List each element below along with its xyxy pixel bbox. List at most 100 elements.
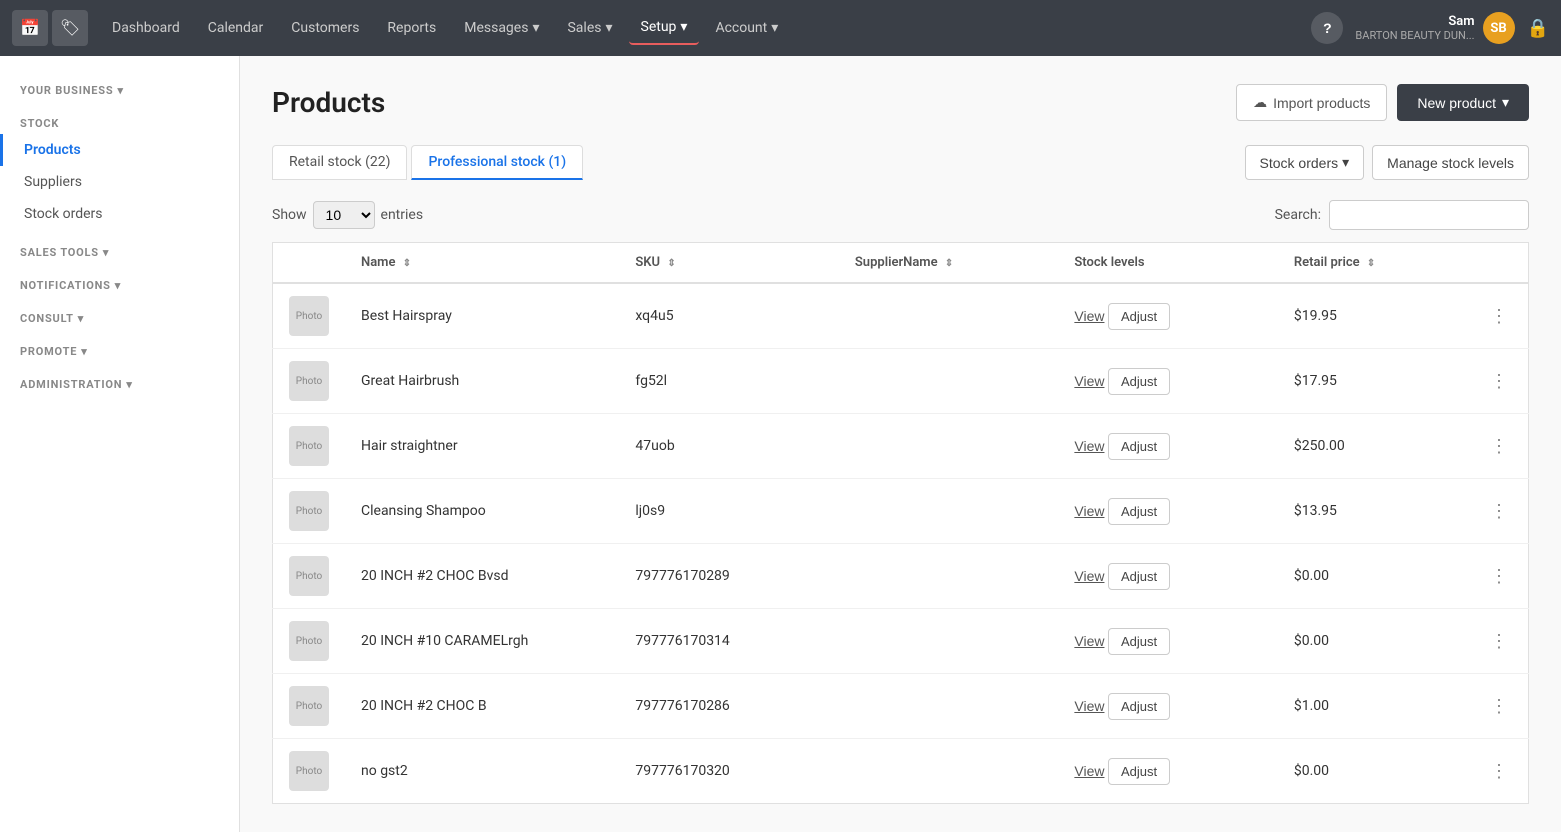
user-info: Sam BARTON BEAUTY DUN... SB [1355, 12, 1514, 44]
sort-icon: ⇕ [667, 258, 675, 269]
table-row: Photo Great Hairbrush fg52l View Adjust … [273, 349, 1529, 414]
help-button[interactable]: ? [1311, 12, 1343, 44]
cell-photo: Photo [273, 414, 346, 479]
header-actions: ☁ Import products New product ▾ [1236, 84, 1529, 121]
main-content: Products ☁ Import products New product ▾… [240, 56, 1561, 832]
lock-icon[interactable]: 🔒 [1527, 18, 1549, 39]
cell-name: Cleansing Shampoo [345, 479, 619, 544]
th-price[interactable]: Retail price ⇕ [1278, 243, 1470, 284]
adjust-stock-button[interactable]: Adjust [1108, 758, 1170, 785]
chevron-down-icon: ▾ [1342, 154, 1349, 171]
cell-photo: Photo [273, 349, 346, 414]
view-stock-button[interactable]: View [1074, 308, 1104, 324]
more-options-button[interactable]: ⋮ [1486, 432, 1512, 461]
photo-placeholder: Photo [289, 751, 329, 791]
adjust-stock-button[interactable]: Adjust [1108, 433, 1170, 460]
new-product-button[interactable]: New product ▾ [1397, 84, 1529, 121]
cell-name: Best Hairspray [345, 283, 619, 349]
more-options-button[interactable]: ⋮ [1486, 757, 1512, 786]
cell-price: $250.00 [1278, 414, 1470, 479]
nav-reports[interactable]: Reports [375, 12, 448, 44]
sidebar-item-stock-orders[interactable]: Stock orders [0, 198, 239, 230]
nav-sales[interactable]: Sales ▾ [555, 12, 624, 44]
sidebar-section-notifications: NOTIFICATIONS ▾ [0, 271, 239, 296]
cell-price: $0.00 [1278, 544, 1470, 609]
view-stock-button[interactable]: View [1074, 503, 1104, 519]
nav-customers[interactable]: Customers [279, 12, 371, 44]
cell-sku: fg52l [619, 349, 839, 414]
nav-setup[interactable]: Setup ▾ [629, 11, 700, 45]
view-stock-button[interactable]: View [1074, 373, 1104, 389]
cell-sku: 797776170320 [619, 739, 839, 804]
more-options-button[interactable]: ⋮ [1486, 562, 1512, 591]
nav-account-label: Account [715, 20, 767, 36]
adjust-stock-button[interactable]: Adjust [1108, 368, 1170, 395]
th-stock: Stock levels [1058, 243, 1278, 284]
upload-icon: ☁ [1253, 94, 1267, 111]
table-row: Photo Hair straightner 47uob View Adjust… [273, 414, 1529, 479]
photo-placeholder: Photo [289, 361, 329, 401]
cell-photo: Photo [273, 674, 346, 739]
sidebar-item-suppliers[interactable]: Suppliers [0, 166, 239, 198]
price-value: $19.95 [1294, 308, 1337, 324]
cell-stock: View Adjust [1058, 609, 1278, 674]
price-value: $0.00 [1294, 763, 1329, 779]
nav-messages[interactable]: Messages ▾ [452, 12, 551, 44]
products-table: Name ⇕ SKU ⇕ SupplierName ⇕ Stock levels [272, 242, 1529, 804]
th-sku[interactable]: SKU ⇕ [619, 243, 839, 284]
cell-supplier [839, 414, 1059, 479]
table-controls: Show 10 25 50 100 entries Search: [272, 200, 1529, 230]
manage-stock-button[interactable]: Manage stock levels [1372, 145, 1529, 180]
more-options-button[interactable]: ⋮ [1486, 302, 1512, 331]
entries-select[interactable]: 10 25 50 100 [313, 201, 375, 229]
th-name-label: Name [361, 255, 395, 270]
calendar-icon-btn[interactable]: 📅 [12, 10, 48, 46]
cell-price: $0.00 [1278, 739, 1470, 804]
view-stock-button[interactable]: View [1074, 568, 1104, 584]
price-value: $1.00 [1294, 698, 1329, 714]
view-stock-button[interactable]: View [1074, 633, 1104, 649]
tab-retail[interactable]: Retail stock (22) [272, 145, 407, 180]
cell-photo: Photo [273, 479, 346, 544]
view-stock-button[interactable]: View [1074, 763, 1104, 779]
cell-name: Hair straightner [345, 414, 619, 479]
nav-sales-label: Sales [567, 20, 601, 36]
cell-actions: ⋮ [1470, 544, 1529, 609]
table-row: Photo 20 INCH #10 CARAMELrgh 79777617031… [273, 609, 1529, 674]
sidebar-section-sales-tools: SALES TOOLS ▾ [0, 238, 239, 263]
view-stock-button[interactable]: View [1074, 698, 1104, 714]
cell-stock: View Adjust [1058, 283, 1278, 349]
th-name[interactable]: Name ⇕ [345, 243, 619, 284]
import-products-button[interactable]: ☁ Import products [1236, 84, 1387, 121]
cell-stock: View Adjust [1058, 414, 1278, 479]
view-stock-button[interactable]: View [1074, 438, 1104, 454]
avatar[interactable]: SB [1483, 12, 1515, 44]
adjust-stock-button[interactable]: Adjust [1108, 303, 1170, 330]
cell-stock: View Adjust [1058, 349, 1278, 414]
chevron-down-icon: ▾ [771, 20, 778, 36]
cell-supplier [839, 544, 1059, 609]
more-options-button[interactable]: ⋮ [1486, 367, 1512, 396]
adjust-stock-button[interactable]: Adjust [1108, 628, 1170, 655]
chevron-down-icon: ▾ [81, 345, 87, 358]
cell-name: 20 INCH #2 CHOC B [345, 674, 619, 739]
adjust-stock-button[interactable]: Adjust [1108, 498, 1170, 525]
sidebar-item-products[interactable]: Products [0, 134, 239, 166]
th-supplier[interactable]: SupplierName ⇕ [839, 243, 1059, 284]
tab-professional[interactable]: Professional stock (1) [411, 145, 583, 180]
search-input[interactable] [1329, 200, 1529, 230]
more-options-button[interactable]: ⋮ [1486, 497, 1512, 526]
more-options-button[interactable]: ⋮ [1486, 692, 1512, 721]
nav-dashboard[interactable]: Dashboard [100, 12, 192, 44]
nav-calendar[interactable]: Calendar [196, 12, 276, 44]
cell-name: 20 INCH #2 CHOC Bvsd [345, 544, 619, 609]
more-options-button[interactable]: ⋮ [1486, 627, 1512, 656]
adjust-stock-button[interactable]: Adjust [1108, 563, 1170, 590]
cell-actions: ⋮ [1470, 674, 1529, 739]
nav-account[interactable]: Account ▾ [703, 12, 790, 44]
stock-orders-button[interactable]: Stock orders ▾ [1245, 145, 1365, 180]
table-row: Photo no gst2 797776170320 View Adjust $… [273, 739, 1529, 804]
adjust-stock-button[interactable]: Adjust [1108, 693, 1170, 720]
tag-icon-btn[interactable]: 🏷 [52, 10, 88, 46]
photo-placeholder: Photo [289, 556, 329, 596]
